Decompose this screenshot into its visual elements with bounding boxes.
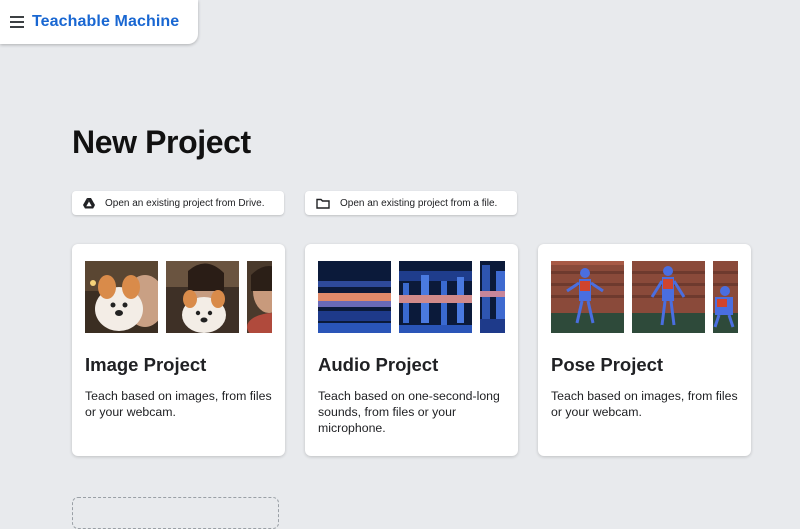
image-thumbnail-3 <box>247 261 272 333</box>
folder-icon <box>316 198 330 209</box>
new-project-placeholder-outline <box>72 497 279 529</box>
audio-project-card[interactable]: Audio Project Teach based on one-second-… <box>305 244 518 456</box>
image-thumbnail-2 <box>166 261 239 333</box>
audio-project-title: Audio Project <box>318 354 439 375</box>
pose-project-title: Pose Project <box>551 354 664 375</box>
google-drive-icon <box>83 197 95 209</box>
audio-project-description: Teach based on one-second-long sounds, f… <box>318 389 500 435</box>
audio-project-thumbnails <box>318 261 505 333</box>
pose-thumbnail-1 <box>551 261 624 333</box>
pose-thumbnail-2 <box>632 261 705 333</box>
hamburger-menu-icon[interactable] <box>10 16 24 28</box>
pose-project-description: Teach based on images, from files or you… <box>551 389 738 419</box>
audio-spectrogram-3 <box>480 261 505 333</box>
open-from-file-button[interactable]: Open an existing project from a file. <box>305 191 517 215</box>
app-header: Teachable Machine <box>0 0 198 44</box>
open-from-drive-button[interactable]: Open an existing project from Drive. <box>72 191 284 215</box>
page-title: New Project <box>72 124 251 160</box>
audio-spectrogram-2 <box>399 261 472 333</box>
pose-project-thumbnails <box>551 261 738 333</box>
open-from-drive-label: Open an existing project from Drive. <box>105 197 265 209</box>
open-from-file-label: Open an existing project from a file. <box>340 197 498 209</box>
app-title[interactable]: Teachable Machine <box>32 13 179 31</box>
image-project-card[interactable]: Image Project Teach based on images, fro… <box>72 244 285 456</box>
image-project-title: Image Project <box>85 354 207 375</box>
image-project-description: Teach based on images, from files or you… <box>85 389 272 419</box>
pose-project-card[interactable]: Pose Project Teach based on images, from… <box>538 244 751 456</box>
audio-spectrogram-1 <box>318 261 391 333</box>
pose-thumbnail-3 <box>713 261 738 333</box>
image-project-thumbnails <box>85 261 272 333</box>
image-thumbnail-1 <box>85 261 158 333</box>
